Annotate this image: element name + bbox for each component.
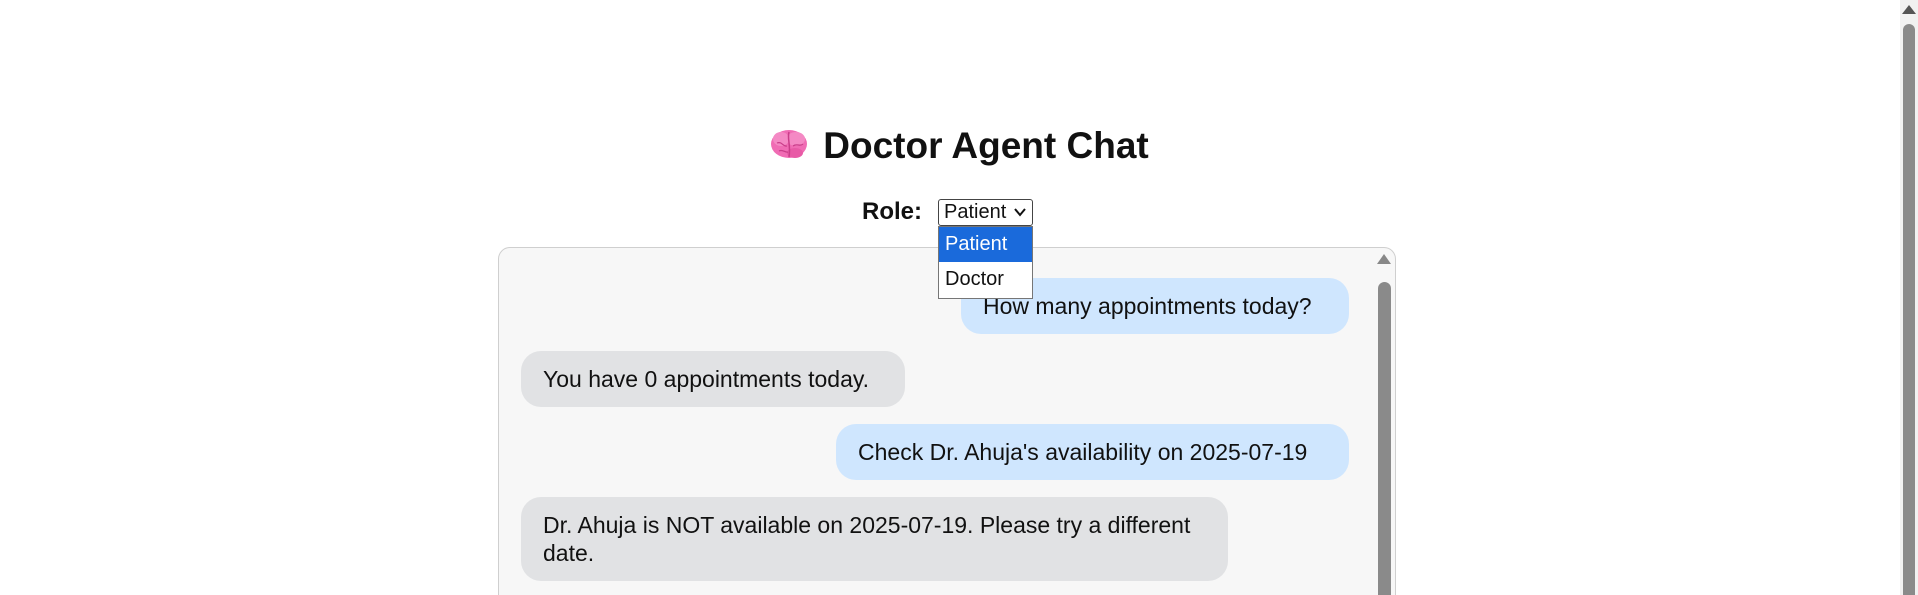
role-option-patient[interactable]: Patient xyxy=(939,227,1032,262)
chevron-down-icon xyxy=(1014,208,1026,217)
page-scroll-up-arrow[interactable] xyxy=(1902,5,1916,14)
role-select-value: Patient xyxy=(944,200,1007,223)
page-title: Doctor Agent Chat xyxy=(0,122,1918,170)
chat-window[interactable]: How many appointments today? You have 0 … xyxy=(498,247,1396,595)
role-select[interactable]: Patient xyxy=(938,198,1033,226)
role-label: Role: xyxy=(862,198,922,225)
bot-message: Dr. Ahuja is NOT available on 2025-07-19… xyxy=(521,497,1228,581)
page-scrollbar[interactable] xyxy=(1900,0,1918,595)
role-dropdown: Patient Doctor xyxy=(938,226,1033,299)
role-option-doctor[interactable]: Doctor xyxy=(939,262,1032,297)
page-scrollbar-thumb[interactable] xyxy=(1903,24,1915,595)
chat-scroll-up-arrow[interactable] xyxy=(1377,254,1391,264)
role-selector-row: Role: Patient xyxy=(862,198,1033,226)
chat-scrollbar-thumb[interactable] xyxy=(1378,282,1391,595)
brain-icon xyxy=(771,130,808,158)
page: Doctor Agent Chat Role: Patient Patient … xyxy=(0,0,1918,595)
user-message: Check Dr. Ahuja's availability on 2025-0… xyxy=(836,424,1349,480)
title-text: Doctor Agent Chat xyxy=(823,125,1149,166)
bot-message: You have 0 appointments today. xyxy=(521,351,905,407)
